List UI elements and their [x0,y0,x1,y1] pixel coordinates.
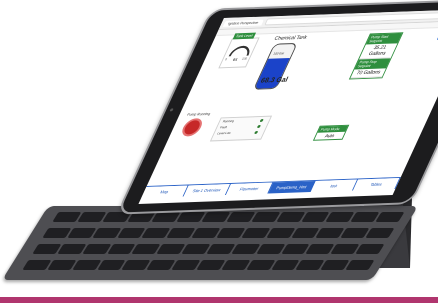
keyboard [2,206,419,280]
browser-tab[interactable]: Ignition Perspective [223,19,264,27]
page-tabbar: Map Site 1 Overview Flowmeter PumpDemo_H… [141,176,401,199]
tab-pumpdemo-hmi[interactable]: PumpDemo_Hmi [268,180,316,194]
keyboard-key[interactable] [355,244,385,254]
tank-max-label: 100 Gal [272,51,285,56]
tab-site-1-overview[interactable]: Site 1 Overview [183,184,231,197]
pump-setpoints: Pump Start Setpoint 35.21 Gallons Pump S… [348,32,404,80]
pump-start-value[interactable]: 35.21 Gallons [359,43,398,60]
page-border-line [0,297,438,303]
tank-level-label: 68.3 Gal [259,76,289,85]
tab-tables[interactable]: Tables [352,177,401,191]
keyboard-key[interactable] [365,228,395,238]
tab-flowmeter[interactable]: Flowmeter [225,182,274,195]
pump-alarm-button[interactable] [179,118,206,137]
keyboard-key[interactable] [345,260,375,270]
tank-title: Chemical Tank [273,34,309,42]
hmi-content: Tank Level 0 64 100 Chemical Tank 100 Ga… [138,26,438,204]
gauge-title: Tank Level [232,32,256,40]
pump-mode-panel: Pump Mode Auto [312,124,350,141]
pump-stop-value[interactable]: 70 Gallons [350,68,386,79]
tab-test[interactable]: test [310,179,359,192]
gauge-max: 100 [241,56,248,61]
pump-mode-value[interactable]: Auto [314,132,345,140]
level-gauge: Tank Level 0 64 100 [218,32,260,70]
alarm-row: Level Low [216,130,232,136]
tab-map[interactable]: Map [141,185,189,199]
alarm-row: Running [222,118,235,124]
tablet: Ignition Perspective Tank Level 0 64 100… [116,0,438,215]
tablet-screen: Ignition Perspective Tank Level 0 64 100… [138,8,438,205]
keyboard-keys [20,212,405,274]
keyboard-key[interactable] [375,212,405,222]
alarm-title: Pump Running [186,111,211,117]
